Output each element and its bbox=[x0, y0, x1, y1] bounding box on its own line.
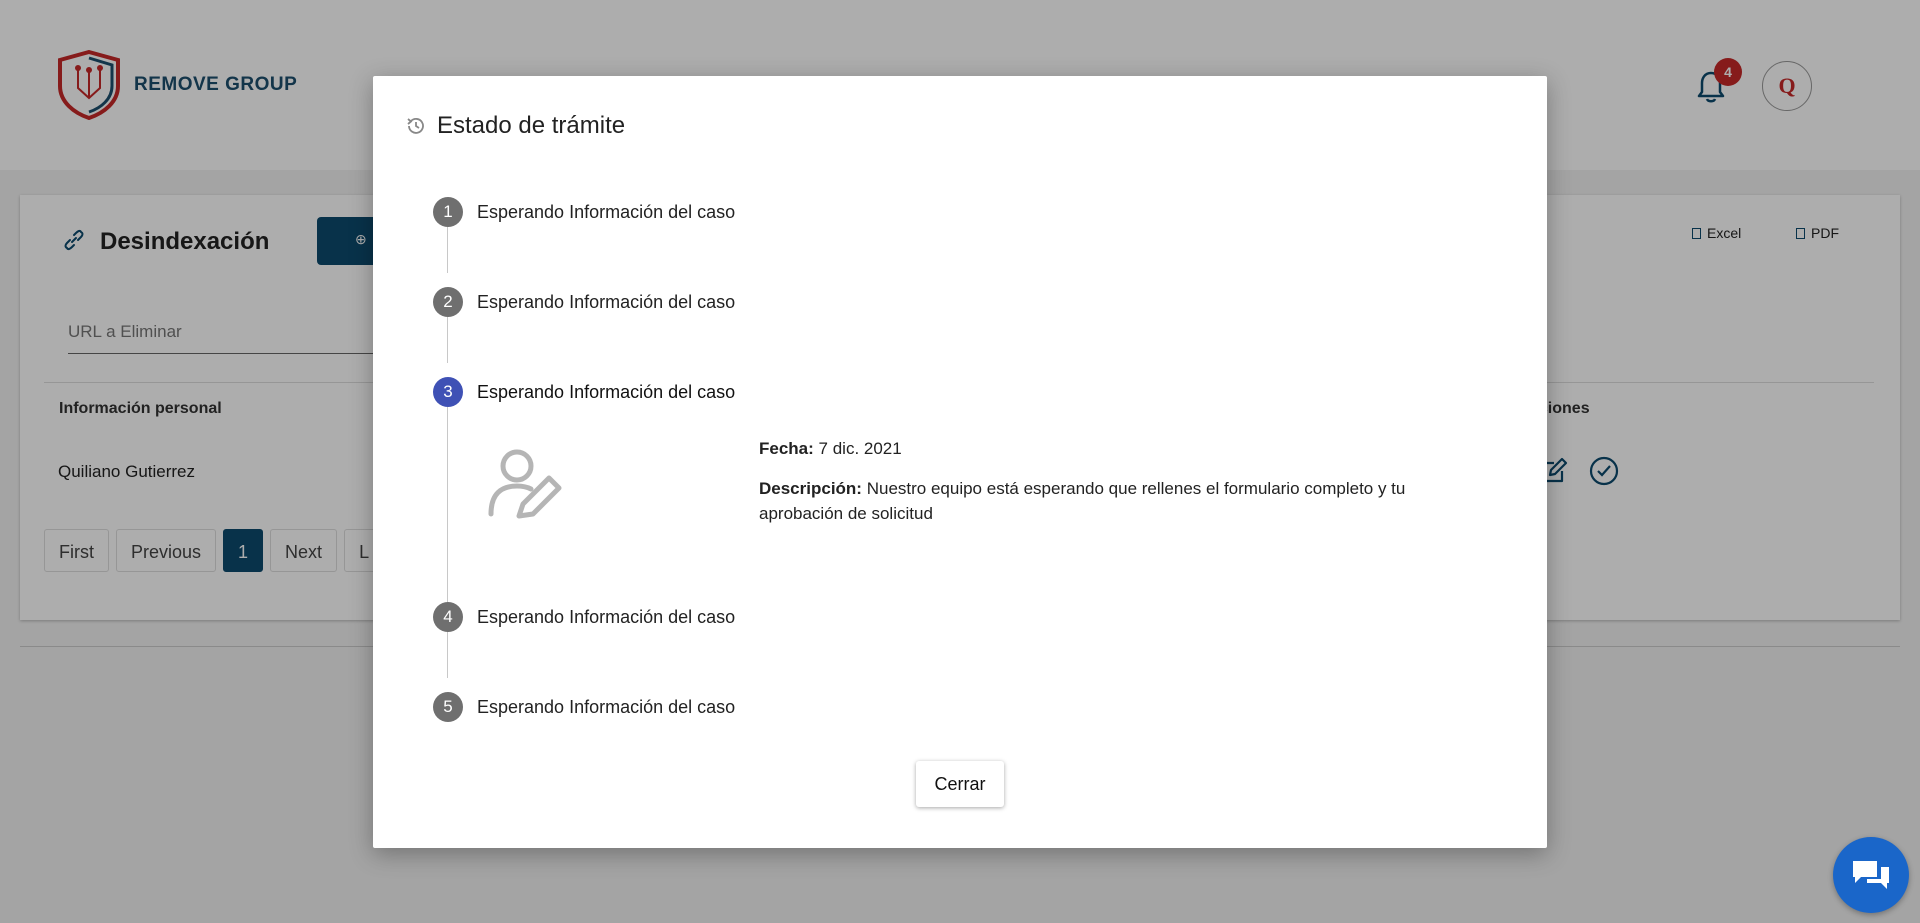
step-label: Esperando Información del caso bbox=[477, 696, 736, 717]
description-label: Descripción: bbox=[759, 479, 862, 498]
step-1[interactable]: 1 Esperando Información del caso bbox=[433, 197, 735, 227]
dialog-title: Estado de trámite bbox=[437, 112, 626, 139]
date-label: Fecha: bbox=[759, 439, 814, 458]
step-label: Esperando Información del caso bbox=[477, 381, 736, 402]
dialog-header: Estado de trámite bbox=[405, 112, 625, 140]
step-label: Esperando Información del caso bbox=[477, 606, 736, 627]
step-connector bbox=[447, 317, 448, 363]
step-detail-date: Fecha: 7 dic. 2021 bbox=[759, 436, 1459, 461]
step-3[interactable]: 3 Esperando Información del caso bbox=[433, 377, 735, 407]
history-icon bbox=[407, 118, 424, 134]
step-label: Esperando Información del caso bbox=[477, 201, 736, 222]
step-number-active: 3 bbox=[433, 377, 463, 407]
step-number: 5 bbox=[433, 692, 463, 722]
step-2[interactable]: 2 Esperando Información del caso bbox=[433, 287, 735, 317]
step-number: 1 bbox=[433, 197, 463, 227]
date-value: 7 dic. 2021 bbox=[818, 439, 902, 458]
chat-launcher[interactable] bbox=[1833, 837, 1909, 913]
step-5[interactable]: 5 Esperando Información del caso bbox=[433, 692, 735, 722]
status-dialog: Estado de trámite 1 Esperando Informació… bbox=[373, 76, 1547, 848]
step-number: 4 bbox=[433, 602, 463, 632]
step-number: 2 bbox=[433, 287, 463, 317]
step-label: Esperando Información del caso bbox=[477, 291, 736, 312]
user-edit-icon bbox=[488, 449, 562, 519]
step-connector bbox=[447, 227, 448, 273]
step-4[interactable]: 4 Esperando Información del caso bbox=[433, 602, 735, 632]
close-button[interactable]: Cerrar bbox=[916, 761, 1004, 807]
chat-icon bbox=[1853, 861, 1889, 889]
step-connector bbox=[447, 632, 448, 678]
step-detail-description: Descripción: Nuestro equipo está esperan… bbox=[759, 476, 1459, 526]
